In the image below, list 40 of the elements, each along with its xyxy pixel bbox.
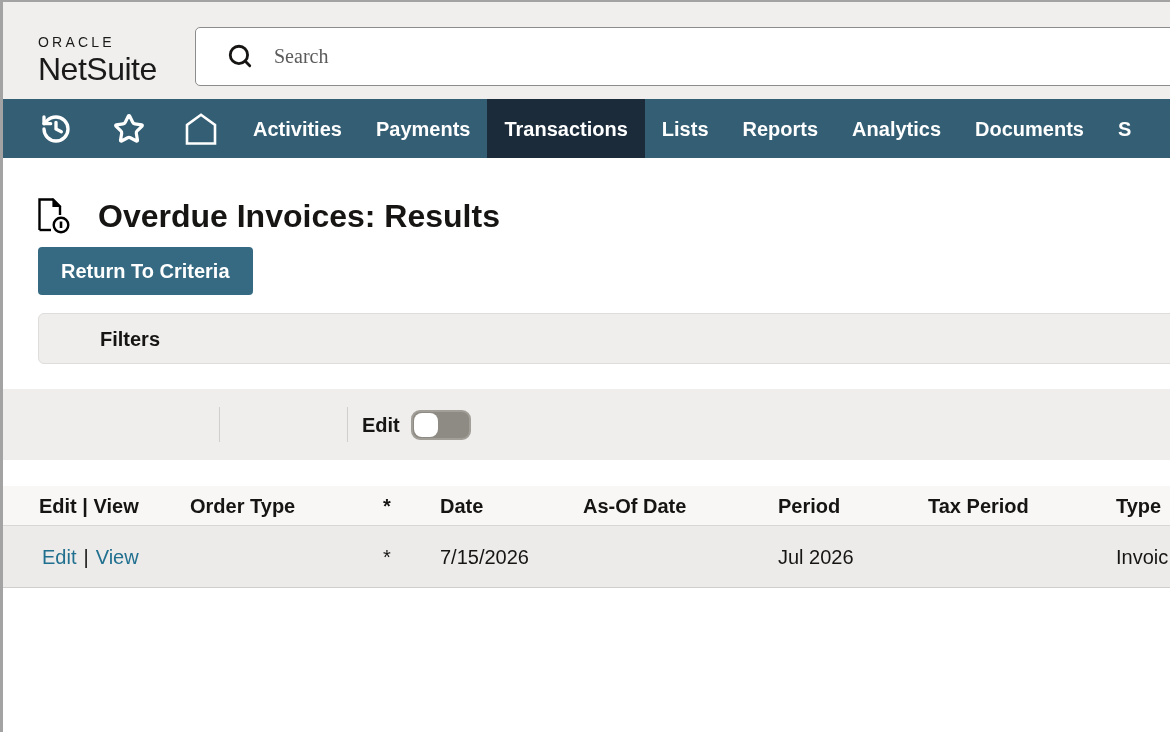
edit-link[interactable]: Edit	[42, 541, 77, 572]
product-wordmark: NetSuite	[38, 53, 157, 85]
edit-toggle-label: Edit	[362, 412, 400, 438]
nav-tab[interactable]: Analytics	[835, 99, 959, 158]
nav-tab[interactable]: S	[1100, 99, 1149, 158]
filters-bar[interactable]: Filters	[38, 313, 1170, 364]
brand-wordmark: ORACLE	[38, 35, 115, 49]
nav-tab[interactable]: Transactions	[487, 99, 645, 158]
home-icon	[185, 112, 217, 145]
history-icon	[40, 112, 72, 145]
table-cell-text: 7/15/2026	[440, 544, 530, 570]
column-header: Type	[1116, 493, 1163, 519]
column-header: Edit | View	[38, 493, 140, 519]
column-header: As-Of Date	[583, 493, 688, 519]
return-to-criteria-button[interactable]: Return To Criteria	[38, 247, 253, 295]
search-icon	[227, 43, 253, 69]
column-header: Period	[778, 493, 842, 519]
nav-tab[interactable]: Documents	[958, 99, 1101, 158]
edit-toggle[interactable]	[410, 409, 471, 440]
column-header: *	[383, 493, 392, 519]
table-cell-text: Jul 2026	[778, 544, 855, 570]
page-title: Overdue Invoices: Results	[98, 200, 500, 232]
nav-tab[interactable]: Lists	[644, 99, 726, 158]
view-link[interactable]: View	[95, 541, 139, 572]
column-header: Order Type	[190, 493, 297, 519]
nav-tab[interactable]: Payments	[358, 99, 488, 158]
filters-label: Filters	[100, 326, 161, 352]
history-button[interactable]	[40, 112, 72, 145]
favorites-button[interactable]	[113, 112, 145, 145]
link-separator: |	[83, 544, 89, 570]
search-field[interactable]: Search	[195, 27, 1170, 86]
table-cell-text: *	[383, 544, 392, 570]
nav-tab[interactable]: Reports	[725, 99, 836, 158]
document-badge-icon	[38, 198, 70, 234]
column-header: Date	[440, 493, 485, 519]
column-header: Tax Period	[928, 493, 1030, 519]
nav-tab[interactable]: Activities	[236, 99, 359, 158]
star-icon	[113, 112, 145, 145]
home-button[interactable]	[185, 112, 217, 145]
table-cell-text: Invoic	[1116, 544, 1170, 570]
